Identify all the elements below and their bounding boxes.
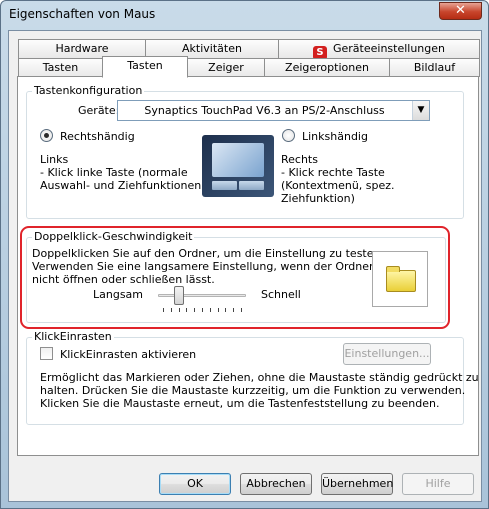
touchpad-surface [212,143,264,177]
left-handed-label[interactable]: Linkshändig [302,130,368,143]
right-desc-1: - Klick rechte Taste [281,166,385,179]
tab-label: Bildlauf [413,61,456,74]
tab-geraeteeinstellungen[interactable]: S Geräteeinstellungen [278,39,480,60]
touchpad-left-button-image [212,181,237,190]
tab-tasten-1[interactable]: Tasten [18,58,103,77]
slider-tick [210,308,211,312]
right-desc-3: Ziehfunktion) [281,192,355,205]
tab-label: Zeiger [208,61,244,74]
slider-tick [163,308,164,312]
left-desc-2: Auswahl- und Ziehfunktionen) [40,179,206,192]
device-select[interactable]: Synaptics TouchPad V6.3 an PS/2-Anschlus… [117,100,430,121]
right-desc-2: (Kontextmenü, spez. [281,179,395,192]
tab-label: Tasten [42,61,79,74]
slider-tick [194,308,195,312]
ok-button[interactable]: OK [159,473,231,495]
dialog-window: Eigenschaften von Maus ✕ Hardware Aktivi… [0,0,489,509]
slider-tick [171,308,172,312]
touchpad-image [202,135,274,197]
test-folder-area[interactable] [372,251,428,307]
slider-tick [186,308,187,312]
fast-label: Schnell [261,288,301,301]
tab-bildlauf[interactable]: Bildlauf [389,58,480,77]
cancel-button[interactable]: Abbrechen [240,473,312,495]
device-label: Geräte: [78,104,120,117]
slider-tick [179,308,180,312]
close-button[interactable]: ✕ [439,2,482,20]
tab-label: Aktivitäten [182,42,242,55]
tab-label: Hardware [55,42,109,55]
title-bar[interactable]: Eigenschaften von Maus ✕ [1,1,488,29]
tab-label: Geräteeinstellungen [332,42,446,55]
left-desc-1: - Klick linke Taste (normale [40,166,188,179]
left-handed-radio[interactable] [282,129,295,142]
apply-button[interactable]: Übernehmen [321,473,393,495]
slider-tick [225,308,226,312]
left-heading: Links [40,153,69,166]
slider-track[interactable] [158,294,246,297]
tab-label: Tasten [127,59,163,72]
click-lock-title: KlickEinrasten [32,330,114,343]
tab-tasten-active[interactable]: Tasten [102,56,188,78]
click-lock-checkbox-label[interactable]: KlickEinrasten aktivieren [60,348,196,361]
tab-label: Zeigeroptionen [285,61,369,74]
slow-label: Langsam [93,288,144,301]
slider-tick [202,308,203,312]
click-lock-desc-3: Klicken Sie die Maustaste erneut, um die… [40,397,440,410]
slider-tick [233,308,234,312]
device-value: Synaptics TouchPad V6.3 an PS/2-Anschlus… [144,104,385,117]
click-lock-checkbox[interactable] [40,347,53,360]
click-lock-settings-button[interactable]: Einstellungen... [343,343,431,365]
right-heading: Rechts [281,153,318,166]
slider-tick [218,308,219,312]
click-lock-desc-2: halten. Drücken Sie die Maustaste kurzze… [40,384,466,397]
double-click-desc-2: Verwenden Sie eine langsamere Einstellun… [32,260,399,273]
double-click-title: Doppelklick-Geschwindigkeit [32,230,195,243]
folder-icon[interactable] [386,266,416,292]
tab-panel: Tastenkonfiguration Geräte: Synaptics To… [17,76,479,456]
window-title: Eigenschaften von Maus [9,7,156,21]
touchpad-right-button-image [239,181,264,190]
right-handed-label[interactable]: Rechtshändig [60,130,135,143]
slider-tick [241,308,242,312]
button-config-title: Tastenkonfiguration [32,84,145,97]
click-lock-desc-1: Ermöglicht das Markieren oder Ziehen, oh… [40,371,479,384]
slider-thumb[interactable] [174,286,184,305]
chevron-down-icon[interactable]: ▼ [412,101,429,120]
tab-zeigeroptionen[interactable]: Zeigeroptionen [264,58,390,77]
right-handed-radio[interactable] [40,129,53,142]
help-button[interactable]: Hilfe [402,473,474,495]
tab-zeiger[interactable]: Zeiger [187,58,265,77]
double-click-desc-1: Doppelklicken Sie auf den Ordner, um die… [32,247,384,260]
double-click-speed-slider[interactable] [158,284,246,314]
